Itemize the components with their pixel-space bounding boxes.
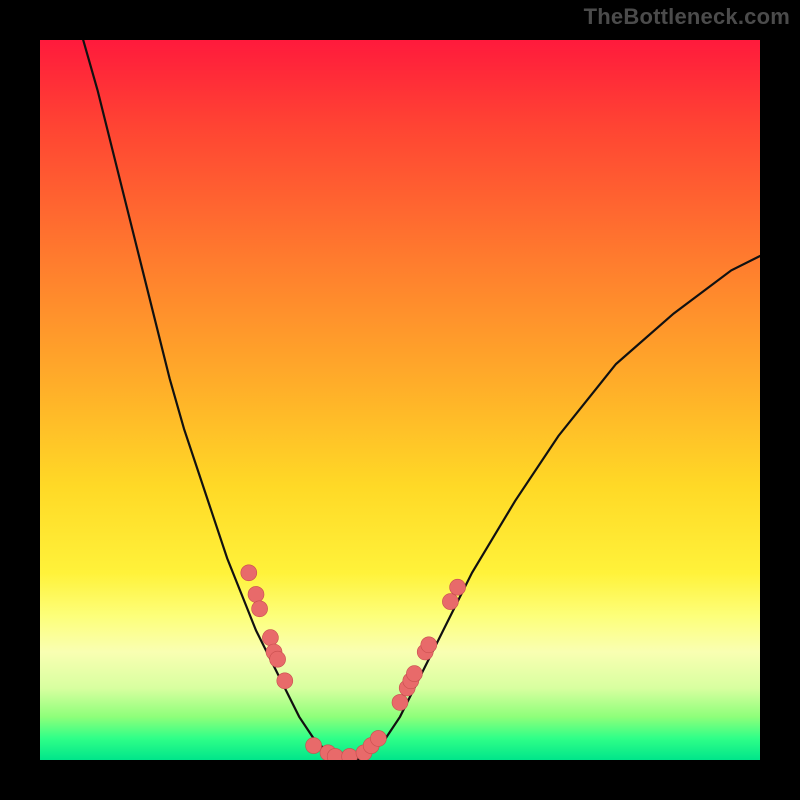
data-marker — [277, 673, 293, 689]
data-marker — [392, 694, 408, 710]
data-marker — [248, 586, 264, 602]
data-marker — [421, 637, 437, 653]
plot-area — [40, 40, 760, 760]
data-marker — [306, 738, 322, 754]
chart-container: TheBottleneck.com — [0, 0, 800, 800]
data-marker — [450, 579, 466, 595]
curve-svg — [40, 40, 760, 760]
watermark-text: TheBottleneck.com — [584, 4, 790, 30]
data-marker — [241, 565, 257, 581]
data-marker — [252, 601, 268, 617]
marker-group — [241, 565, 466, 760]
data-marker — [262, 630, 278, 646]
data-marker — [406, 666, 422, 682]
data-marker — [442, 594, 458, 610]
data-marker — [370, 730, 386, 746]
data-marker — [342, 748, 358, 760]
data-marker — [270, 651, 286, 667]
